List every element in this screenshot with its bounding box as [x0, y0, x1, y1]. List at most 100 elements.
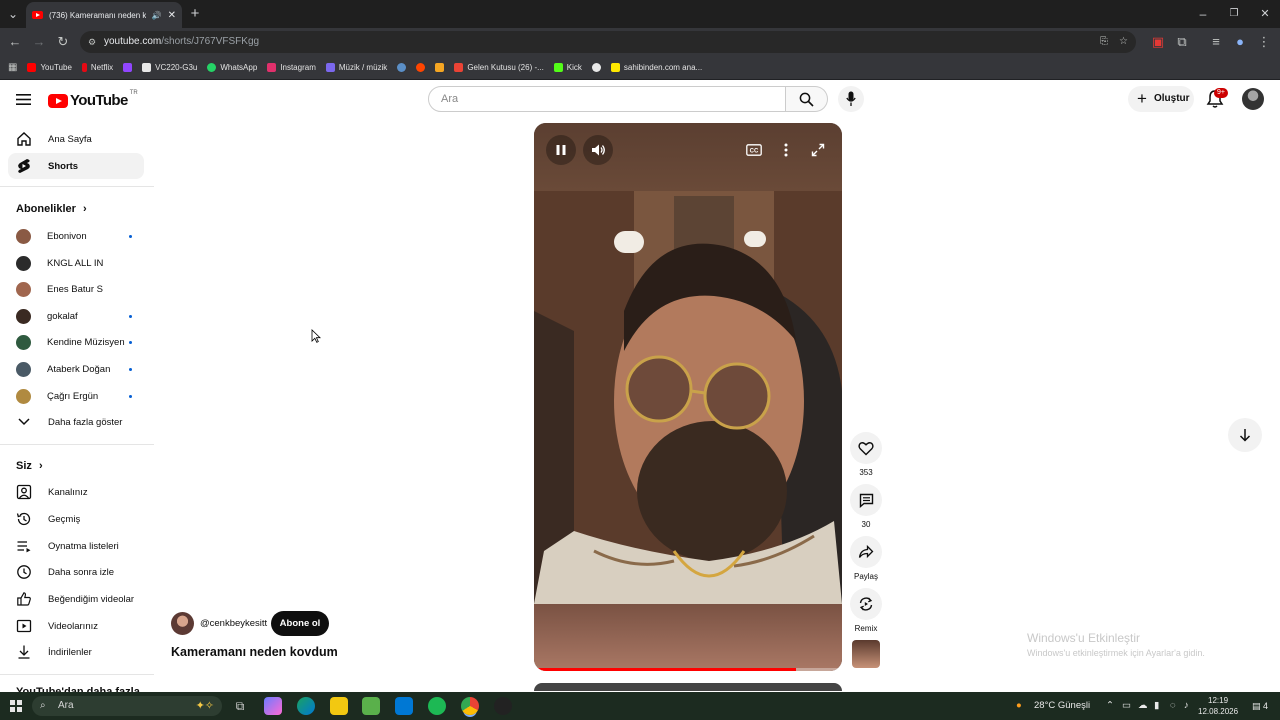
sidebar-subscription[interactable]: Enes Batur S — [8, 276, 144, 302]
sidebar-item-playlists[interactable]: Oynatma listeleri — [8, 533, 144, 559]
next-short-preview[interactable] — [534, 683, 842, 691]
next-short-button[interactable] — [1228, 418, 1262, 452]
bookmark-sahibinden[interactable]: sahibinden.com ana... — [610, 63, 702, 72]
sidebar-item-liked-videos[interactable]: Beğendiğim videolar — [8, 586, 144, 612]
channel-handle[interactable]: @cenkbeykesitt — [200, 618, 267, 629]
sidebar-subscription[interactable]: Ebonivon — [8, 223, 144, 249]
pause-button[interactable] — [546, 135, 576, 165]
channel-avatar[interactable] — [171, 612, 194, 635]
subscriptions-heading[interactable]: Abonelikler › — [16, 203, 87, 215]
like-button[interactable] — [850, 432, 882, 464]
bookmark-gmail[interactable]: Gelen Kutusu (26) -... — [454, 63, 544, 72]
sidebar-item-watch-later[interactable]: Daha sonra izle — [8, 559, 144, 585]
sidebar-item-shorts[interactable]: Shorts — [8, 153, 144, 179]
taskbar-search[interactable]: ⌕ Ara ✦✧ — [32, 696, 222, 716]
chrome-menu-icon[interactable]: ⋮ — [1256, 34, 1272, 50]
sidebar-subscription[interactable]: Ataberk Doğan — [8, 356, 144, 382]
sidebar-item-downloads[interactable]: İndirilenler — [8, 639, 144, 665]
sidebar-item-your-channel[interactable]: Kanalınız — [8, 479, 144, 505]
bookmark-muzik[interactable]: Müzik / müzik — [325, 63, 387, 72]
notification-center[interactable]: ▤ 4 — [1252, 692, 1268, 720]
chrome-app-icon[interactable] — [461, 697, 479, 715]
apps-grid-icon[interactable]: ▦ — [8, 62, 17, 73]
tray-chevron-up-icon[interactable]: ⌃ — [1106, 692, 1114, 720]
subscribe-button[interactable]: Abone ol — [271, 611, 329, 636]
tab-close-icon[interactable]: ✕ — [168, 10, 176, 21]
reload-icon[interactable]: ↻ — [55, 34, 71, 50]
bookmark-reddit[interactable] — [416, 63, 426, 72]
bookmark-vc220[interactable]: VC220-G3u — [142, 63, 197, 72]
obs-app-icon[interactable] — [494, 697, 512, 715]
back-icon[interactable]: ← — [7, 34, 23, 50]
tray-onedrive-icon[interactable]: ☁ — [1138, 692, 1148, 720]
sidebar-subscription[interactable]: Çağrı Ergün — [8, 383, 144, 409]
guide-menu-icon[interactable] — [16, 93, 31, 111]
tab-audio-icon[interactable]: 🔊 — [152, 11, 162, 20]
profile-icon[interactable]: ● — [1232, 34, 1248, 50]
edge-app-icon[interactable] — [297, 697, 315, 715]
progress-bar[interactable] — [534, 668, 842, 671]
minimize-icon[interactable]: – — [1192, 0, 1214, 28]
copilot-app-icon[interactable] — [264, 697, 282, 715]
bookmark-netflix[interactable]: Netflix — [81, 63, 113, 72]
task-view-icon[interactable]: ⧉ — [231, 697, 249, 715]
site-info-icon[interactable]: ⚙ — [88, 31, 96, 53]
sidebar-subscription[interactable]: Kendine Müzisyen — [8, 329, 144, 355]
spotify-app-icon[interactable] — [428, 697, 446, 715]
comments-button[interactable] — [850, 484, 882, 516]
short-title[interactable]: Kameramanı neden kovdum — [171, 645, 338, 659]
tray-network-icon[interactable]: ◌ — [1170, 692, 1176, 720]
file-explorer-icon[interactable] — [330, 697, 348, 715]
bookmark-kick[interactable]: Kick — [553, 63, 582, 72]
forward-icon[interactable]: → — [31, 34, 47, 50]
sidebar-subscription[interactable]: gokalaf — [8, 303, 144, 329]
install-app-icon[interactable]: ⎘ — [1100, 31, 1108, 53]
bookmark-aliexpress[interactable] — [435, 63, 445, 72]
search-button[interactable] — [786, 86, 828, 112]
address-bar[interactable]: ⚙ youtube.com/shorts/J767VFSFKgg ⎘ ☆ — [80, 31, 1136, 53]
sound-thumbnail[interactable] — [852, 640, 880, 668]
sidebar-subscription[interactable]: KNGL ALL IN — [8, 250, 144, 276]
create-button[interactable]: Oluştur — [1128, 86, 1194, 112]
taskbar-clock[interactable]: 12:19 12.08.2026 — [1198, 695, 1238, 717]
weather-text[interactable]: 28°C Güneşli — [1034, 692, 1090, 720]
tray-mic-icon[interactable]: ▮ — [1154, 692, 1159, 720]
tab-search-icon[interactable]: ⌄ — [2, 0, 24, 28]
window-close-icon[interactable]: ✕ — [1254, 0, 1276, 28]
bookmark-link[interactable] — [591, 63, 601, 72]
bookmark-twitch[interactable] — [123, 63, 133, 72]
new-tab-button[interactable]: + — [184, 0, 206, 28]
store-app-icon[interactable] — [362, 697, 380, 715]
tray-device-icon[interactable]: ▭ — [1122, 692, 1131, 720]
playlists-icon — [16, 538, 32, 554]
media-control-icon[interactable]: ≡ — [1208, 34, 1224, 50]
voice-search-button[interactable] — [838, 86, 864, 112]
bookmark-youtube[interactable]: YouTube — [27, 63, 72, 72]
account-avatar[interactable] — [1242, 88, 1264, 110]
sidebar-show-more[interactable]: Daha fazla göster — [8, 409, 144, 435]
restore-icon[interactable]: ❐ — [1223, 0, 1245, 28]
you-heading[interactable]: Siz › — [16, 460, 43, 472]
active-tab[interactable]: (736) Kameramanı neden ko 🔊 ✕ — [26, 2, 182, 28]
bookmark-whatsapp[interactable]: WhatsApp — [207, 63, 257, 72]
extensions-puzzle-icon[interactable]: ⧉ — [1174, 34, 1190, 50]
sidebar-item-your-videos[interactable]: Videolarınız — [8, 613, 144, 639]
bookmark-steam[interactable] — [397, 63, 407, 72]
share-button[interactable] — [850, 536, 882, 568]
sidebar-item-home[interactable]: Ana Sayfa — [8, 126, 144, 152]
fullscreen-button[interactable] — [803, 135, 833, 165]
more-options-button[interactable] — [771, 135, 801, 165]
remix-button[interactable] — [850, 588, 882, 620]
tray-volume-icon[interactable]: ♪ — [1184, 692, 1189, 720]
extension-icon[interactable]: ▣ — [1150, 34, 1166, 50]
youtube-logo[interactable]: YouTube TR — [48, 90, 138, 109]
mail-app-icon[interactable] — [395, 697, 413, 715]
sidebar-item-history[interactable]: Geçmiş — [8, 506, 144, 532]
bookmark-instagram[interactable]: Instagram — [267, 63, 316, 72]
windows-start-icon[interactable] — [10, 700, 22, 712]
bookmark-star-icon[interactable]: ☆ — [1119, 31, 1128, 53]
captions-button[interactable]: CC — [739, 135, 769, 165]
shorts-video-player[interactable]: CC — [534, 123, 842, 671]
volume-button[interactable] — [583, 135, 613, 165]
search-input[interactable]: Ara — [428, 86, 786, 112]
